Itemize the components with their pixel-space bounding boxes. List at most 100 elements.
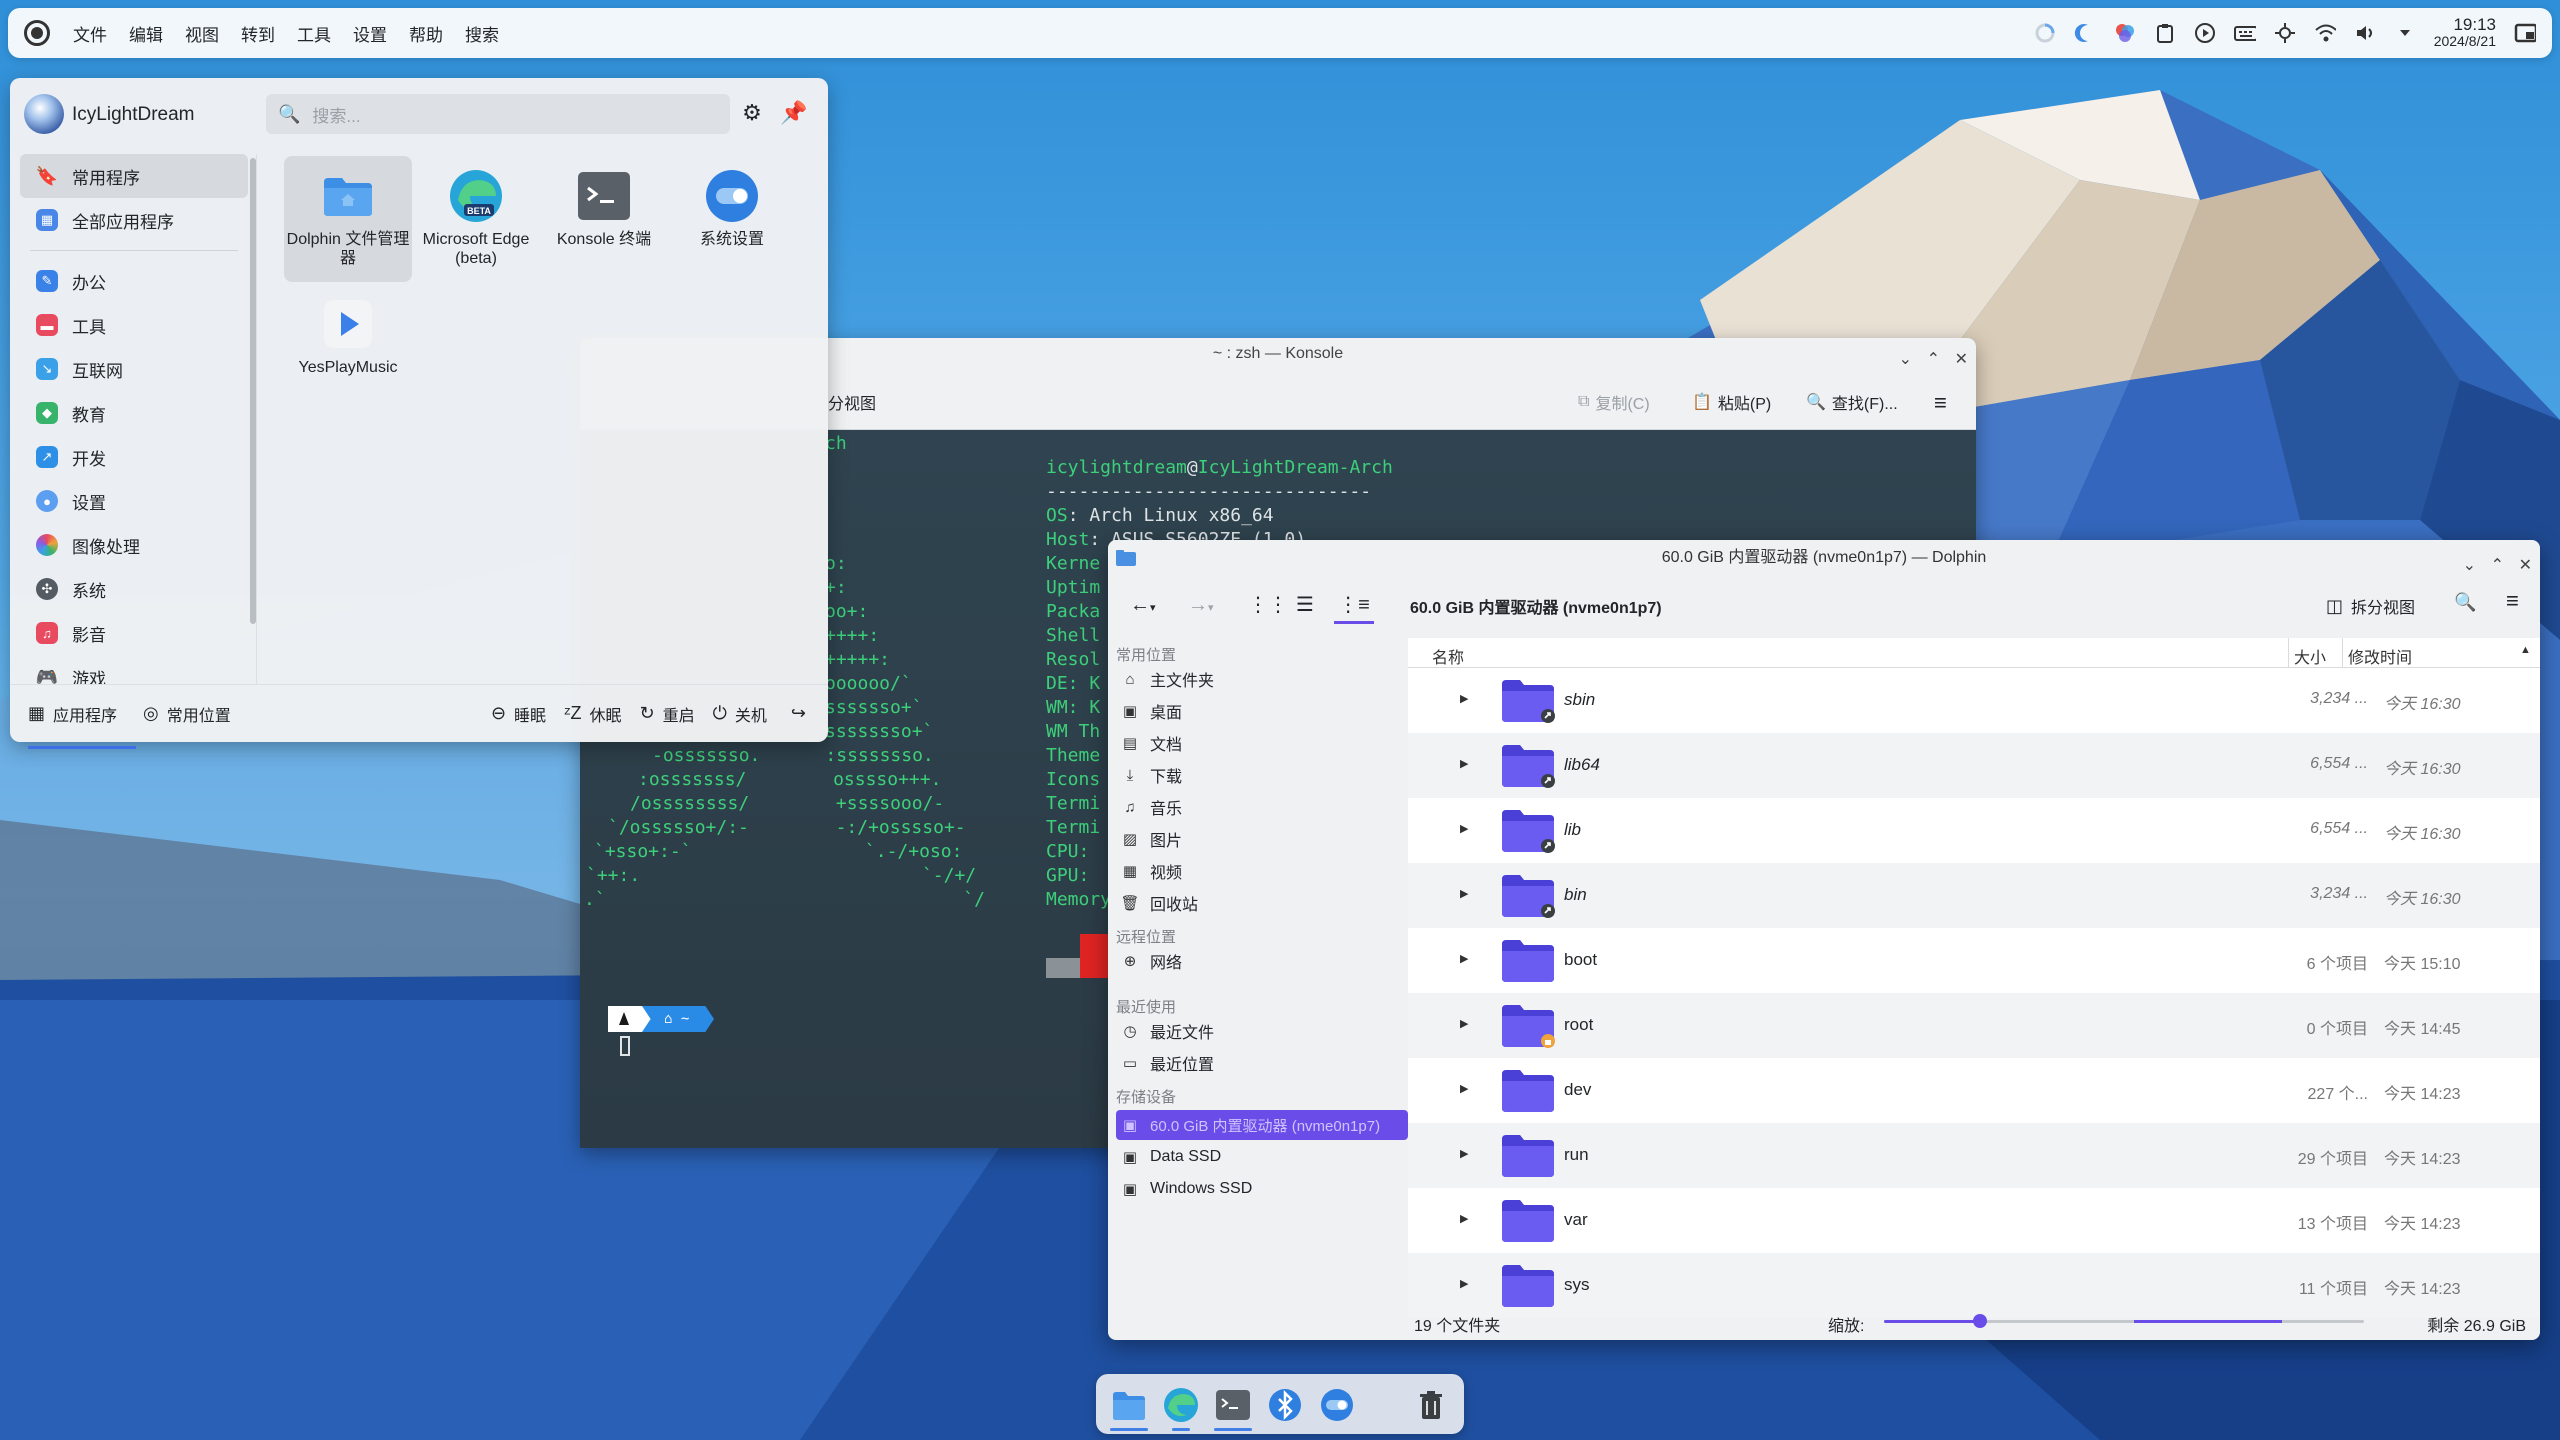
hamburger-menu-button[interactable]: ≡ xyxy=(1934,390,1947,416)
avatar[interactable] xyxy=(24,94,64,134)
category-office[interactable]: ✎ 办公 xyxy=(20,259,248,303)
expand-tray-icon[interactable] xyxy=(2394,22,2416,44)
category-settings[interactable]: ● 设置 xyxy=(20,479,248,523)
file-view[interactable]: 名称 大小 修改时间 ▲ ▶ sbin 3,234 ... 今天 16:30 ▶ lib6… xyxy=(1408,638,2540,1318)
expand-arrow-icon[interactable]: ▶ xyxy=(1460,952,1468,965)
expand-arrow-icon[interactable]: ▶ xyxy=(1460,1017,1468,1030)
place-home[interactable]: ⌂ 主文件夹 xyxy=(1116,664,1402,694)
column-name[interactable]: 名称 xyxy=(1432,644,1464,668)
place-network[interactable]: ⊕ 网络 xyxy=(1116,946,1402,976)
breadcrumb[interactable]: 60.0 GiB 内置驱动器 (nvme0n1p7) xyxy=(1410,594,1662,618)
app-system-settings[interactable]: 系统设置 xyxy=(668,156,796,282)
place-recent-locations[interactable]: ▭ 最近位置 xyxy=(1116,1048,1402,1078)
menu-search[interactable]: 搜索 xyxy=(454,21,510,46)
dock-bluetooth[interactable] xyxy=(1266,1386,1304,1424)
clock[interactable]: 19:13 2024/8/21 xyxy=(2434,16,2496,49)
sleep-button[interactable]: ⊖ 睡眠 xyxy=(491,702,546,726)
app-dolphin[interactable]: Dolphin 文件管理器 xyxy=(284,156,412,282)
scrollbar[interactable] xyxy=(250,158,256,624)
place-videos[interactable]: ▦ 视频 xyxy=(1116,856,1402,886)
dock-dolphin[interactable] xyxy=(1110,1386,1148,1424)
app-yesplaymusic[interactable]: YesPlayMusic xyxy=(284,284,412,392)
back-button[interactable]: ←▾ xyxy=(1130,594,1156,617)
app-launcher-button[interactable] xyxy=(24,20,50,46)
split-view-button[interactable]: ◫ 拆分视图 xyxy=(2326,594,2415,618)
menu-settings[interactable]: 设置 xyxy=(342,21,398,46)
dock-trash[interactable] xyxy=(1412,1386,1450,1424)
device-windows-ssd[interactable]: ▣ Windows SSD xyxy=(1116,1174,1402,1204)
column-size[interactable]: 大小 xyxy=(2294,644,2326,668)
dock-edge-beta[interactable] xyxy=(1162,1386,1200,1424)
menu-tools[interactable]: 工具 xyxy=(286,21,342,46)
category-tools[interactable]: ▬ 工具 xyxy=(20,303,248,347)
menu-go[interactable]: 转到 xyxy=(230,21,286,46)
table-row[interactable]: ▶ boot 6 个项目 今天 15:10 xyxy=(1408,928,2540,993)
category-development[interactable]: ↗ 开发 xyxy=(20,435,248,479)
volume-icon[interactable] xyxy=(2354,22,2376,44)
settings-button[interactable]: ⚙ xyxy=(738,100,766,128)
expand-arrow-icon[interactable]: ▶ xyxy=(1460,822,1468,835)
dock-konsole[interactable] xyxy=(1214,1386,1252,1424)
place-desktop[interactable]: ▣ 桌面 xyxy=(1116,696,1402,726)
icons-view-button[interactable]: ⋮⋮ xyxy=(1248,592,1288,617)
place-documents[interactable]: ▤ 文档 xyxy=(1116,728,1402,758)
tab-applications[interactable]: ▦ 应用程序 xyxy=(28,702,136,749)
app-edge-beta[interactable]: BETA Microsoft Edge (beta) xyxy=(412,156,540,282)
table-row[interactable]: ▶ root 0 个项目 今天 14:45 xyxy=(1408,993,2540,1058)
paste-button[interactable]: 📋 粘贴(P) xyxy=(1692,390,1771,414)
expand-arrow-icon[interactable]: ▶ xyxy=(1460,692,1468,705)
find-button[interactable]: 🔍 查找(F)... xyxy=(1806,390,1898,414)
expand-arrow-icon[interactable]: ▶ xyxy=(1460,1147,1468,1160)
expand-arrow-icon[interactable]: ▶ xyxy=(1460,1212,1468,1225)
table-row[interactable]: ▶ lib64 6,554 ... 今天 16:30 xyxy=(1408,733,2540,798)
hibernate-button[interactable]: ᶻZ 休眠 xyxy=(564,702,621,726)
color-picker-icon[interactable] xyxy=(2114,22,2136,44)
dock-system-settings[interactable] xyxy=(1318,1386,1356,1424)
shutdown-button[interactable]: ⏻ 关机 xyxy=(713,702,767,726)
menu-file[interactable]: 文件 xyxy=(62,21,118,46)
dolphin-window[interactable]: 60.0 GiB 内置驱动器 (nvme0n1p7) — Dolphin ⌄ ⌃… xyxy=(1108,540,2540,1340)
expand-arrow-icon[interactable]: ▶ xyxy=(1460,887,1468,900)
category-system[interactable]: ✣ 系统 xyxy=(20,567,248,611)
expand-arrow-icon[interactable]: ▶ xyxy=(1460,1277,1468,1290)
table-row[interactable]: ▶ lib 6,554 ... 今天 16:30 xyxy=(1408,798,2540,863)
place-downloads[interactable]: ⤓ 下载 xyxy=(1116,760,1402,790)
expand-arrow-icon[interactable]: ▶ xyxy=(1460,1082,1468,1095)
category-graphics[interactable]: 图像处理 xyxy=(20,523,248,567)
forward-button[interactable]: →▾ xyxy=(1188,594,1214,617)
night-mode-icon[interactable] xyxy=(2074,22,2096,44)
clipboard-icon[interactable] xyxy=(2154,22,2176,44)
wifi-icon[interactable] xyxy=(2314,22,2336,44)
category-internet[interactable]: ↘ 互联网 xyxy=(20,347,248,391)
dolphin-titlebar[interactable]: 60.0 GiB 内置驱动器 (nvme0n1p7) — Dolphin ⌄ ⌃… xyxy=(1108,540,2540,576)
table-row[interactable]: ▶ bin 3,234 ... 今天 16:30 xyxy=(1408,863,2540,928)
menu-view[interactable]: 视图 xyxy=(174,21,230,46)
copy-button[interactable]: ⧉ 复制(C) xyxy=(1578,390,1650,414)
media-play-icon[interactable] xyxy=(2194,22,2216,44)
table-row[interactable]: ▶ var 13 个项目 今天 14:23 xyxy=(1408,1188,2540,1253)
split-view-button[interactable]: 分视图 xyxy=(828,390,876,414)
table-row[interactable]: ▶ dev 227 个... 今天 14:23 xyxy=(1408,1058,2540,1123)
category-games[interactable]: 🎮 游戏 xyxy=(20,655,248,685)
loading-icon[interactable] xyxy=(2034,22,2056,44)
expand-arrow-icon[interactable]: ▶ xyxy=(1460,757,1468,770)
brightness-icon[interactable] xyxy=(2274,22,2296,44)
details-view-button[interactable]: ⋮≡ xyxy=(1334,588,1374,624)
tab-places[interactable]: ◎ 常用位置 xyxy=(143,702,231,726)
category-favorites[interactable]: 🔖 常用程序 xyxy=(20,154,248,198)
zoom-slider-handle[interactable] xyxy=(1973,1314,1987,1328)
compact-view-button[interactable]: ☰ xyxy=(1296,592,1314,617)
column-modified[interactable]: 修改时间 xyxy=(2348,644,2412,668)
show-desktop-icon[interactable] xyxy=(2514,22,2536,44)
menu-help[interactable]: 帮助 xyxy=(398,21,454,46)
place-pictures[interactable]: ▨ 图片 xyxy=(1116,824,1402,854)
restart-button[interactable]: ↻ 重启 xyxy=(640,702,695,726)
hamburger-menu-button[interactable]: ≡ xyxy=(2506,588,2519,614)
category-multimedia[interactable]: ♫ 影音 xyxy=(20,611,248,655)
place-music[interactable]: ♫ 音乐 xyxy=(1116,792,1402,822)
device-data-ssd[interactable]: ▣ Data SSD xyxy=(1116,1142,1402,1172)
place-trash[interactable]: 🗑 回收站 xyxy=(1116,888,1402,918)
zoom-slider[interactable] xyxy=(1884,1314,2364,1328)
place-recent-files[interactable]: ◷ 最近文件 xyxy=(1116,1016,1402,1046)
logout-button[interactable]: ↪ xyxy=(791,703,814,724)
